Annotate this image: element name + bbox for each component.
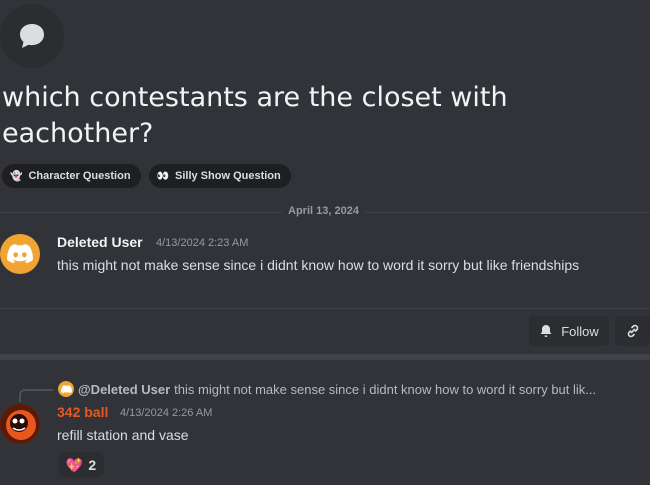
date-divider-label: April 13, 2024 [282, 205, 365, 217]
reply-avatar [58, 381, 74, 397]
copy-link-button[interactable] [615, 316, 650, 346]
follow-button[interactable]: Follow [529, 316, 609, 346]
post-timestamp: 4/13/2024 2:23 AM [156, 237, 249, 249]
reply-reference[interactable]: @Deleted User this might not make sense … [58, 381, 596, 397]
bell-icon [540, 325, 552, 337]
reaction-button[interactable]: 💖 2 [58, 452, 104, 478]
post-author[interactable]: Deleted User [57, 234, 143, 250]
sparkling-heart-icon: 💖 [65, 456, 84, 473]
thread-icon [0, 4, 64, 68]
tag-label: Character Question [28, 170, 131, 182]
avatar[interactable] [0, 404, 40, 444]
follow-label: Follow [561, 323, 599, 339]
reply-spine [19, 389, 53, 402]
ghost-icon: 👻 [10, 170, 23, 182]
reaction-count: 2 [88, 457, 97, 473]
reply-author[interactable]: 342 ball [57, 404, 108, 420]
reply-preview[interactable]: this might not make sense since i didnt … [174, 382, 596, 397]
avatar[interactable] [0, 234, 40, 274]
reply-to-author[interactable]: @Deleted User [78, 382, 170, 397]
thread-tags: 👻 Character Question 👀 Silly Show Questi… [2, 164, 291, 188]
reply-text: refill station and vase [57, 427, 189, 443]
discord-logo-icon [60, 384, 72, 393]
tag-character-question[interactable]: 👻 Character Question [2, 164, 141, 188]
tag-silly-show-question[interactable]: 👀 Silly Show Question [148, 164, 291, 188]
chat-bubble-icon [20, 24, 44, 48]
link-icon [627, 324, 638, 338]
ball-avatar-icon [0, 404, 40, 444]
post-text: this might not make sense since i didnt … [57, 257, 580, 273]
section-divider [0, 354, 650, 360]
separator [0, 308, 650, 309]
tag-label: Silly Show Question [175, 170, 281, 182]
eyes-icon: 👀 [156, 170, 169, 182]
reply-timestamp: 4/13/2024 2:26 AM [120, 407, 213, 419]
discord-logo-icon [7, 244, 33, 264]
thread-title: which contestants are the closet with ea… [2, 82, 508, 149]
